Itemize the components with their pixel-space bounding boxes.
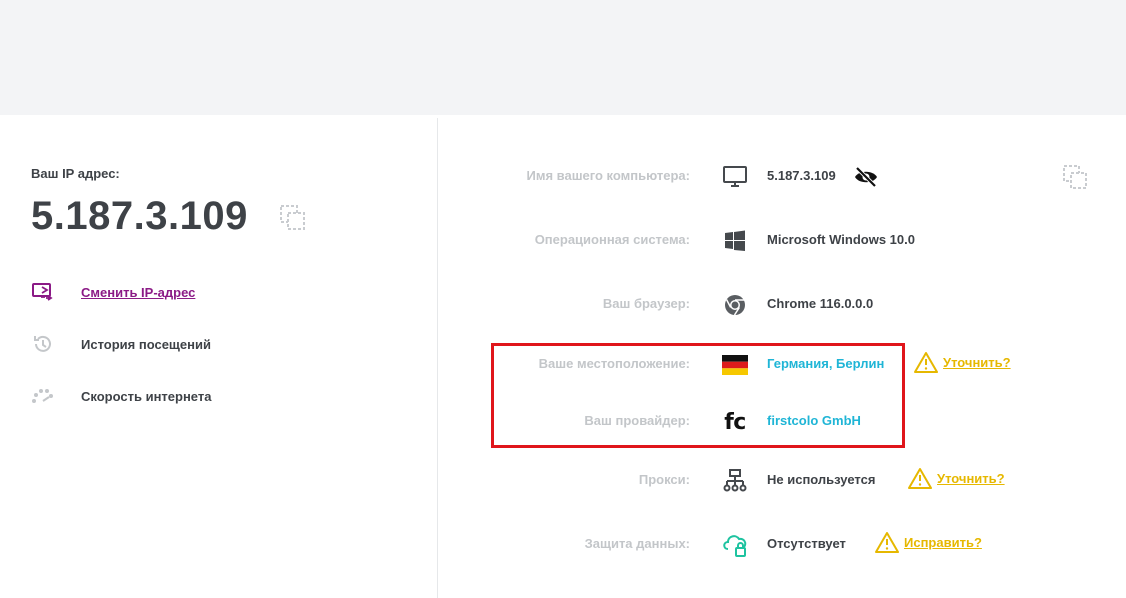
warning-icon bbox=[875, 532, 899, 553]
row-proxy: Прокси: Не используется Уточнить? bbox=[440, 461, 1126, 501]
change-ip-link[interactable]: Сменить IP-адрес bbox=[31, 280, 195, 304]
speedometer-icon bbox=[31, 384, 55, 408]
computer-value: 5.187.3.109 bbox=[767, 168, 836, 183]
history-link[interactable]: История посещений bbox=[31, 332, 211, 356]
clarify-link[interactable]: Уточнить? bbox=[943, 355, 1011, 370]
monitor-icon bbox=[721, 164, 749, 190]
browser-label: Ваш браузер: bbox=[602, 296, 690, 311]
warning-icon bbox=[914, 352, 938, 373]
fix-link[interactable]: Исправить? bbox=[904, 535, 982, 550]
hide-eye-icon[interactable] bbox=[854, 166, 878, 193]
network-icon bbox=[721, 468, 749, 494]
highlight-box bbox=[491, 343, 905, 448]
protection-label: Защита данных: bbox=[584, 536, 690, 551]
computer-label: Имя вашего компьютера: bbox=[526, 168, 690, 183]
browser-value: Chrome 116.0.0.0 bbox=[767, 296, 874, 311]
os-label: Операционная система: bbox=[534, 232, 690, 247]
history-icon bbox=[31, 332, 55, 356]
speed-link[interactable]: Скорость интернета bbox=[31, 384, 211, 408]
panel-divider bbox=[437, 118, 438, 598]
proxy-label: Прокси: bbox=[638, 472, 690, 487]
proxy-value: Не используется bbox=[767, 472, 876, 487]
warning-icon bbox=[908, 468, 932, 489]
ip-value: 5.187.3.109 bbox=[31, 194, 248, 238]
row-protection: Защита данных: Отсутствует Исправить? bbox=[440, 525, 1126, 565]
protection-fix[interactable]: Исправить? bbox=[875, 531, 982, 553]
chrome-icon bbox=[721, 292, 749, 318]
row-computer: Имя вашего компьютера: 5.187.3.109 bbox=[440, 157, 1126, 197]
row-browser: Ваш браузер: Chrome 116.0.0.0 bbox=[440, 285, 1126, 325]
proxy-clarify[interactable]: Уточнить? bbox=[908, 467, 1005, 489]
row-os: Операционная система: Microsoft Windows … bbox=[440, 221, 1126, 261]
history-label[interactable]: История посещений bbox=[81, 337, 211, 352]
ip-label: Ваш IP адрес: bbox=[31, 166, 120, 181]
top-banner bbox=[0, 0, 1126, 115]
location-clarify[interactable]: Уточнить? bbox=[914, 351, 1011, 373]
switch-ip-icon bbox=[31, 280, 55, 304]
os-value: Microsoft Windows 10.0 bbox=[767, 232, 915, 247]
speed-label[interactable]: Скорость интернета bbox=[81, 389, 211, 404]
cloud-lock-icon bbox=[721, 532, 749, 558]
clarify-link[interactable]: Уточнить? bbox=[937, 471, 1005, 486]
copy-icon[interactable] bbox=[279, 204, 307, 232]
windows-icon bbox=[721, 228, 749, 254]
change-ip-label[interactable]: Сменить IP-адрес bbox=[81, 285, 195, 300]
protection-value: Отсутствует bbox=[767, 536, 846, 551]
